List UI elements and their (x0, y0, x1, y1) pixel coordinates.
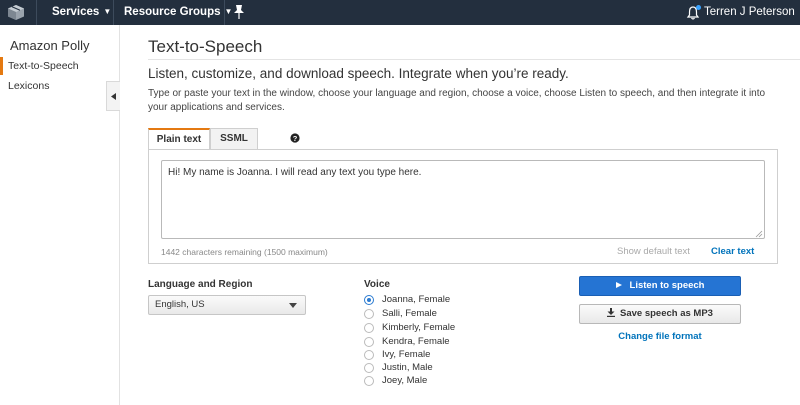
voice-option-label: Joey, Male (382, 375, 428, 386)
chevron-down-icon: ▼ (103, 7, 112, 16)
play-icon (615, 282, 622, 288)
sidebar-title: Amazon Polly (10, 38, 90, 53)
show-default-text-link[interactable]: Show default text (617, 246, 690, 257)
clear-text-link[interactable]: Clear text (711, 246, 754, 257)
radio-button[interactable] (364, 350, 374, 360)
download-icon (607, 308, 616, 317)
radio-button[interactable] (364, 295, 374, 305)
chevron-down-icon: ▼ (224, 7, 233, 16)
page-description: Type or paste your text in the window, c… (148, 88, 766, 113)
listen-to-speech-button[interactable]: Listen to speech (579, 276, 741, 296)
voice-option-label: Salli, Female (382, 308, 437, 319)
sidebar-collapse-toggle[interactable] (106, 81, 120, 111)
caret-left-icon (111, 93, 116, 100)
voice-label: Voice (364, 279, 390, 290)
aws-cube-logo-icon[interactable] (6, 4, 26, 21)
save-button-label: Save speech as MP3 (620, 308, 713, 319)
user-name: Terren J Peterson (704, 6, 795, 18)
resource-groups-label: Resource Groups (124, 6, 221, 18)
dropdown-caret-icon (289, 303, 297, 308)
sidebar-item-lexicons[interactable]: Lexicons (0, 77, 106, 95)
save-speech-mp3-button[interactable]: Save speech as MP3 (579, 304, 741, 324)
pin-icon[interactable] (233, 4, 245, 20)
change-file-format-link[interactable]: Change file format (579, 331, 741, 342)
listen-button-label: Listen to speech (629, 280, 705, 291)
voice-option-label: Ivy, Female (382, 349, 431, 360)
voice-option-label: Joanna, Female (382, 294, 451, 305)
radio-button[interactable] (364, 363, 374, 373)
sidebar: Amazon Polly Text-to-Speech Lexicons (0, 25, 120, 405)
tab-ssml[interactable]: SSML (210, 128, 258, 150)
notification-bell-icon[interactable] (686, 4, 702, 21)
sidebar-item-text-to-speech[interactable]: Text-to-Speech (0, 57, 106, 75)
radio-button[interactable] (364, 337, 374, 347)
svg-text:?: ? (293, 134, 298, 143)
language-selected-value: English, US (155, 299, 205, 310)
nav-separator (36, 0, 37, 25)
resource-groups-menu[interactable]: Resource Groups ▼ (124, 6, 232, 18)
voice-option-label: Kendra, Female (382, 336, 450, 347)
nav-separator (224, 0, 225, 25)
help-question-icon[interactable]: ? (290, 133, 300, 143)
nav-separator (113, 0, 114, 25)
main-content: Text-to-Speech Listen, customize, and do… (120, 25, 800, 405)
radio-button[interactable] (364, 323, 374, 333)
radio-button[interactable] (364, 309, 374, 319)
characters-remaining: 1442 characters remaining (1500 maximum) (161, 247, 328, 257)
services-menu[interactable]: Services ▼ (52, 6, 111, 18)
radio-button[interactable] (364, 376, 374, 386)
services-label: Services (52, 6, 100, 18)
tab-plain-text[interactable]: Plain text (148, 128, 210, 150)
page-title: Text-to-Speech (148, 37, 263, 56)
divider (148, 59, 800, 60)
resize-grip-icon[interactable] (755, 230, 763, 238)
voice-option-label: Kimberly, Female (382, 322, 456, 333)
voice-option-label: Justin, Male (382, 362, 433, 373)
text-input-panel: Hi! My name is Joanna. I will read any t… (148, 149, 778, 264)
top-nav-bar: Services ▼ Resource Groups ▼ Terren J Pete… (0, 0, 800, 25)
speech-text-input[interactable]: Hi! My name is Joanna. I will read any t… (161, 160, 765, 239)
language-region-select[interactable]: English, US (148, 295, 306, 315)
page-subtitle: Listen, customize, and download speech. … (148, 66, 569, 81)
user-menu[interactable]: Terren J Peterson▼ (704, 6, 800, 18)
language-region-label: Language and Region (148, 279, 253, 290)
